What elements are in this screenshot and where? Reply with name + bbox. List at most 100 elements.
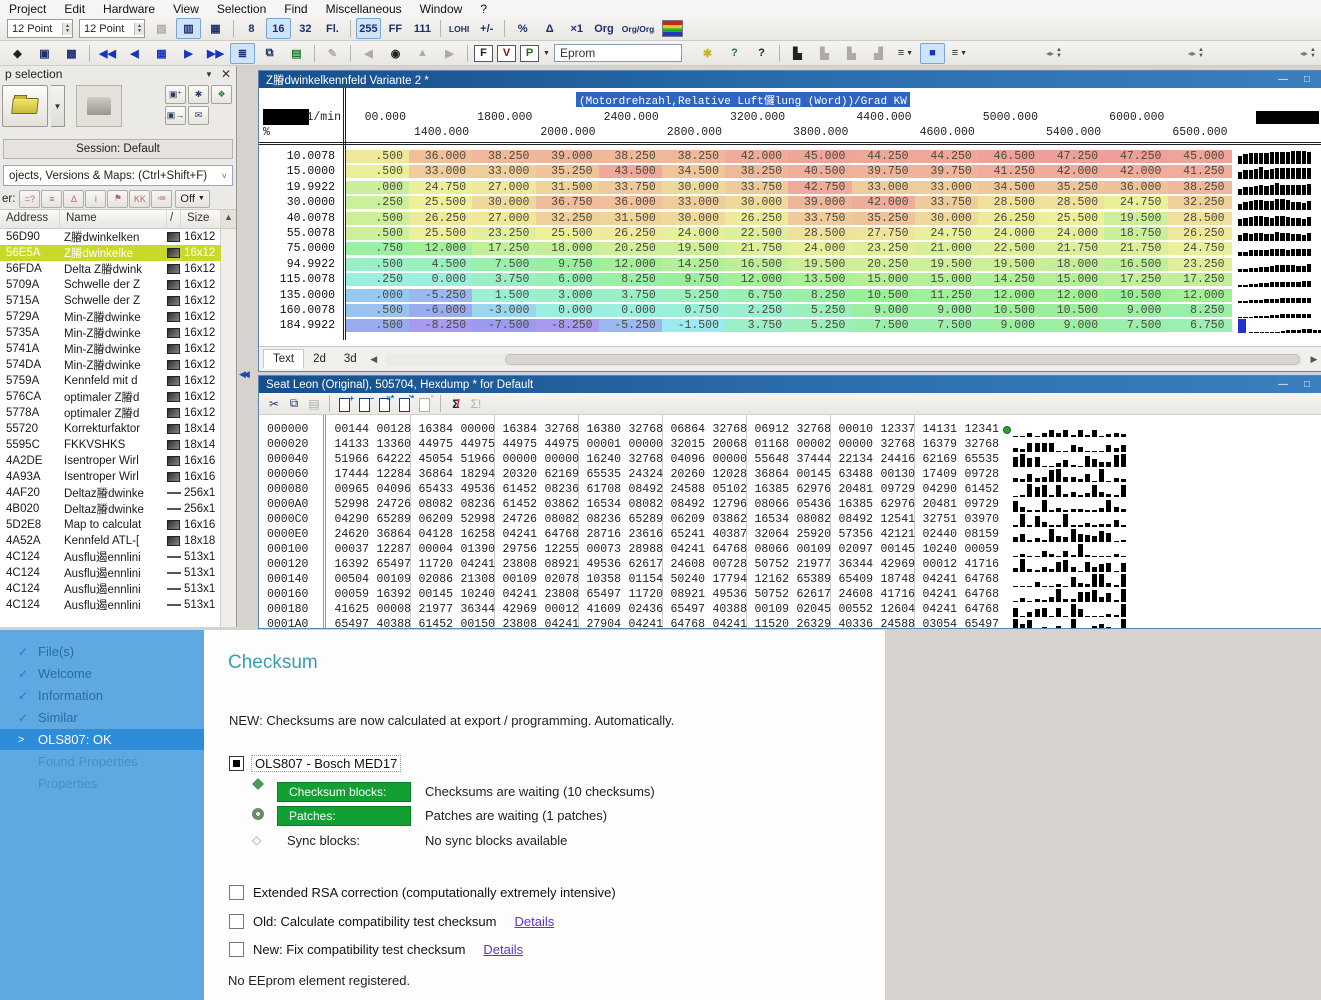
map-cell[interactable]: 22.500 [725, 227, 789, 240]
column-slash[interactable]: / [167, 210, 181, 228]
map-cell[interactable]: 38.250 [1168, 181, 1232, 194]
map-list-row[interactable]: 56E5AZ膡dwinkelke16x12 [0, 245, 221, 261]
map-cell[interactable]: 20.250 [852, 258, 916, 271]
map-cell[interactable]: .500 [346, 258, 410, 271]
map-cell[interactable]: 3.750 [725, 319, 789, 332]
hex-row[interactable]: 0001600005916392001451024004241238086549… [259, 588, 1321, 603]
map-cell[interactable]: 24.750 [409, 181, 473, 194]
difference-button[interactable]: Δ [537, 18, 562, 39]
map-cell[interactable]: 14.250 [662, 258, 726, 271]
map-cell[interactable]: 18.750 [1104, 227, 1168, 240]
map-cell[interactable]: 9.000 [852, 304, 916, 317]
map-cell[interactable]: 6.750 [725, 289, 789, 302]
map-cell[interactable]: 22.500 [978, 242, 1042, 255]
hex-row[interactable]: 0000E02462036864041281625804241647682871… [259, 528, 1321, 543]
cell-color-button[interactable]: ■ [920, 43, 945, 64]
status-button[interactable]: Patches: [277, 806, 411, 826]
pane-size-spinner-3-arrows[interactable]: ▲▼ [1310, 47, 1316, 59]
map-cell[interactable]: 5.250 [662, 289, 726, 302]
map-cell[interactable]: 33.000 [662, 196, 726, 209]
hex-row[interactable]: 0000000014400128163840000016384327681638… [259, 423, 1321, 438]
map-list-row[interactable]: 4A93AIsentroper Wirl16x16 [0, 469, 221, 485]
map-cell[interactable]: 8.250 [599, 273, 663, 286]
map-cell[interactable]: 42.000 [725, 150, 789, 163]
map-cell[interactable]: 0.750 [662, 304, 726, 317]
map-cell[interactable]: 9.000 [1104, 304, 1168, 317]
panel-close-icon[interactable]: ✕ [221, 67, 231, 81]
map-cell[interactable]: 9.750 [536, 258, 600, 271]
map-cell[interactable]: 16.500 [725, 258, 789, 271]
map-cell[interactable]: 35.250 [1041, 181, 1105, 194]
maximize-icon[interactable]: □ [1299, 74, 1315, 85]
map-cell[interactable]: 43.500 [599, 165, 663, 178]
map-cell[interactable]: 1.500 [472, 289, 536, 302]
project-icon-button[interactable]: ◆ [5, 43, 30, 64]
map-cell[interactable]: 12.000 [409, 242, 473, 255]
help-button[interactable]: ? [722, 43, 747, 64]
tab-3d[interactable]: 3d [335, 350, 366, 368]
projects-button-caret-icon[interactable]: ▼ [543, 50, 550, 57]
map-cell[interactable]: 10.500 [978, 304, 1042, 317]
map-cell[interactable]: 33.000 [915, 181, 979, 194]
percent-button[interactable]: % [510, 18, 535, 39]
map-cell[interactable]: -1.500 [662, 319, 726, 332]
map-cell[interactable]: 19.500 [662, 242, 726, 255]
open-project-button[interactable] [2, 85, 48, 127]
nature-button[interactable]: ❖ [211, 85, 232, 104]
signed-button[interactable]: +/- [474, 18, 499, 39]
map-cell[interactable]: -6.000 [409, 304, 473, 317]
map-cell[interactable]: 24.750 [915, 227, 979, 240]
versions-button[interactable]: V [497, 45, 516, 62]
map-cell[interactable]: 19.500 [788, 258, 852, 271]
map-cell[interactable]: 25.500 [409, 196, 473, 209]
map-cell[interactable]: 9.750 [662, 273, 726, 286]
map-list-row[interactable]: 5595CFKKVSHKS18x14 [0, 437, 221, 453]
map-cell[interactable]: 44.250 [852, 150, 916, 163]
pane-size-spinner-3[interactable]: ◂▸▲▼ [1300, 47, 1316, 59]
filter-lines-button[interactable]: ≔ [151, 190, 172, 208]
map-cell[interactable]: 47.250 [1104, 150, 1168, 163]
dockview-button[interactable]: ▟ [866, 43, 891, 64]
map-cell[interactable]: 24.000 [662, 227, 726, 240]
map-selection-toggle[interactable]: ≣ [230, 43, 255, 64]
hex-row[interactable]: 0000405196664222450545196600000000001624… [259, 453, 1321, 468]
map-cell[interactable]: -7.500 [472, 319, 536, 332]
projects-button[interactable]: P [520, 45, 539, 62]
hex-row[interactable]: 0000800096504096654334953661452082366170… [259, 483, 1321, 498]
map-cell[interactable]: 28.500 [1041, 196, 1105, 209]
map-cell[interactable]: 10.500 [852, 289, 916, 302]
scroll-right-icon[interactable]: ▶ [1306, 354, 1321, 365]
panel-menu-icon[interactable]: ▼ [205, 70, 213, 79]
map-cell[interactable]: 38.250 [662, 150, 726, 163]
map-cell[interactable]: 42.000 [852, 196, 916, 209]
nav-item-file-s-[interactable]: ✓File(s) [0, 641, 204, 662]
map-cell[interactable]: 21.750 [725, 242, 789, 255]
map-cell[interactable]: 0.000 [599, 304, 663, 317]
font-size-spinner-1[interactable]: 12 Point▲▼ [7, 19, 73, 38]
statistics-off-button[interactable]: ▙ [812, 43, 837, 64]
minimize-icon[interactable]: — [1275, 379, 1291, 390]
map-cell[interactable]: 12.000 [978, 289, 1042, 302]
row-height-button[interactable]: ≡▼ [893, 43, 918, 64]
map-list-row[interactable]: 4AF20Deltaz膡dwinke256x1 [0, 485, 221, 501]
map-cell[interactable]: 26.250 [978, 212, 1042, 225]
map-cell[interactable]: .000 [346, 289, 410, 302]
menu-view[interactable]: View [164, 1, 208, 17]
map-cell[interactable]: 47.250 [1041, 150, 1105, 163]
binocular-button[interactable]: ◉ [383, 43, 408, 64]
export-version-button[interactable]: ▣→ [165, 106, 186, 125]
menu-find[interactable]: Find [275, 1, 316, 17]
map-cell[interactable]: 7.500 [472, 258, 536, 271]
map-list-row[interactable]: 5D2E8Map to calculat16x16 [0, 517, 221, 533]
map-list-row[interactable]: 55720Korrekturfaktor18x14 [0, 421, 221, 437]
minimize-icon[interactable]: — [1275, 74, 1291, 85]
map-cell[interactable]: 12.000 [1041, 289, 1105, 302]
map-list-row[interactable]: 576CAoptimaler Z膡d16x12 [0, 389, 221, 405]
binary-view-button[interactable]: 111 [410, 18, 435, 39]
remove-page-icon[interactable]: − [356, 395, 374, 413]
map-cell[interactable]: 30.000 [472, 196, 536, 209]
properties-mail-button[interactable]: ✉ [188, 106, 209, 125]
statistics-clear-button[interactable]: ▙ [839, 43, 864, 64]
map-cell[interactable]: 8.250 [1168, 304, 1232, 317]
org-compare-button[interactable]: Org/Org [619, 18, 658, 39]
